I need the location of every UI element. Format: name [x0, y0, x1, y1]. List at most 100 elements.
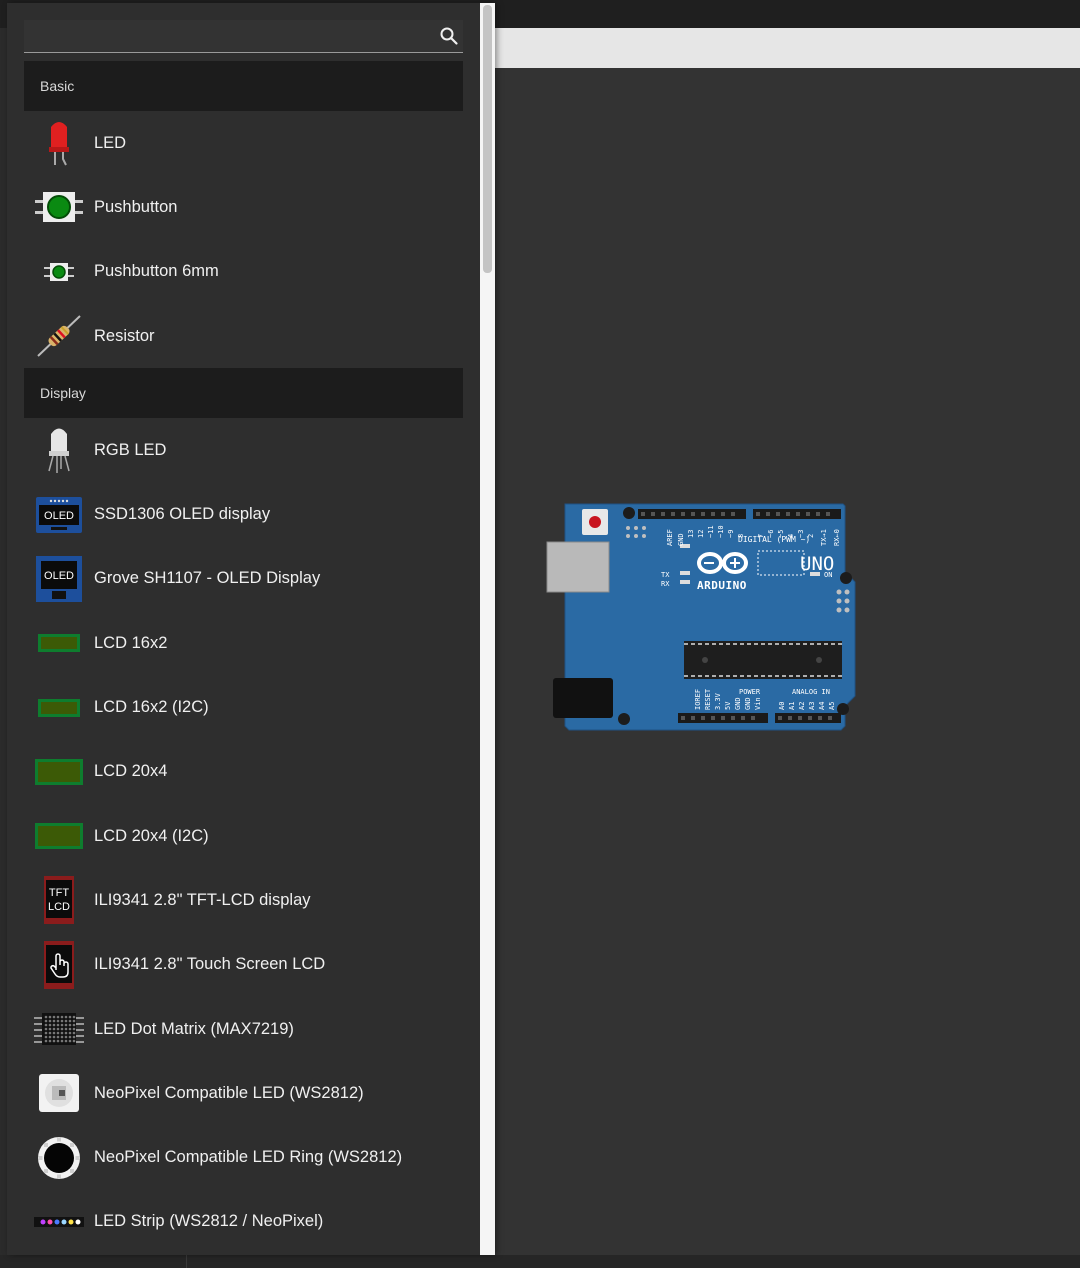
neopixel-ring-icon [24, 1126, 94, 1190]
svg-text:A1: A1 [788, 702, 796, 710]
part-label: Pushbutton 6mm [94, 262, 219, 281]
svg-text:~10: ~10 [717, 525, 725, 538]
svg-text:2: 2 [807, 534, 815, 538]
part-item-ssd1306-oled[interactable]: OLED SSD1306 OLED display [24, 482, 463, 546]
board-model-label: UNO [800, 553, 835, 575]
part-item-ili9341-tft[interactable]: TFT LCD ILI9341 2.8" TFT-LCD display [24, 868, 463, 932]
svg-text:~3: ~3 [797, 530, 805, 538]
rgb-led-icon [24, 418, 94, 482]
svg-text:TX→1: TX→1 [820, 529, 828, 546]
svg-text:A2: A2 [798, 702, 806, 710]
svg-text:5V: 5V [724, 701, 732, 710]
part-item-led-strip[interactable]: LED Strip (WS2812 / NeoPixel) [24, 1190, 463, 1254]
part-label: NeoPixel Compatible LED Ring (WS2812) [94, 1148, 403, 1167]
part-label: LED [94, 133, 127, 152]
svg-text:8: 8 [737, 534, 745, 538]
svg-text:~11: ~11 [707, 525, 715, 538]
part-item-neopixel-led[interactable]: NeoPixel Compatible LED (WS2812) [24, 1061, 463, 1125]
led-icon [24, 111, 94, 175]
category-header-basic: Basic [24, 61, 463, 111]
svg-text:12: 12 [697, 530, 705, 538]
lcd-16x2-i2c-icon [24, 676, 94, 740]
part-item-led-dot-matrix[interactable]: LED Dot Matrix (MAX7219) [24, 997, 463, 1061]
lcd-20x4-i2c-icon [24, 804, 94, 868]
svg-text:Vin: Vin [754, 697, 762, 710]
part-label: LCD 16x2 (I2C) [94, 698, 209, 717]
part-label: LED Strip (WS2812 / NeoPixel) [94, 1212, 324, 1231]
grove-oled-icon: OLED [24, 547, 94, 611]
grove-oled-icon-text: OLED [44, 570, 74, 582]
svg-text:RESET: RESET [704, 688, 712, 710]
part-label: LCD 20x4 [94, 762, 168, 781]
svg-text:7: 7 [757, 534, 765, 538]
part-item-resistor[interactable]: Resistor [24, 304, 463, 368]
svg-text:GND: GND [744, 697, 752, 710]
part-label: ILI9341 2.8" Touch Screen LCD [94, 955, 326, 974]
bottom-strip [0, 1255, 1080, 1268]
dot-matrix-icon [24, 997, 94, 1061]
part-label: ILI9341 2.8" TFT-LCD display [94, 890, 311, 909]
tft-icon-text-1: TFT [49, 887, 69, 899]
svg-text:A0: A0 [778, 702, 786, 710]
tft-lcd-icon: TFT LCD [24, 868, 94, 932]
board-brand-label: ARDUINO [697, 579, 747, 592]
arduino-board-graphic: DIGITAL (PWM ~) ON TX RX POWER ANALOG IN… [546, 503, 856, 731]
svg-text:A4: A4 [818, 702, 826, 710]
part-item-led[interactable]: LED [24, 111, 463, 175]
neopixel-icon [24, 1061, 94, 1125]
part-item-rgb-led[interactable]: RGB LED [24, 418, 463, 482]
parts-list: Basic LED Pushbutton Pushbutton 6mm Resi… [24, 61, 463, 1254]
rx-label: RX [661, 580, 670, 588]
part-label: RGB LED [94, 440, 167, 459]
part-label: Grove SH1107 - OLED Display [94, 569, 321, 588]
parts-panel: Basic LED Pushbutton Pushbutton 6mm Resi… [7, 3, 495, 1255]
part-label: SSD1306 OLED display [94, 505, 271, 524]
power-label: POWER [739, 688, 761, 696]
arduino-uno-board[interactable]: DIGITAL (PWM ~) ON TX RX POWER ANALOG IN… [545, 500, 860, 735]
category-header-display: Display [24, 368, 463, 419]
part-label: LED Dot Matrix (MAX7219) [94, 1019, 294, 1038]
search-input[interactable] [24, 20, 424, 52]
tx-label: TX [661, 571, 670, 579]
svg-text:RX←0: RX←0 [833, 529, 841, 546]
part-item-grove-oled[interactable]: OLED Grove SH1107 - OLED Display [24, 547, 463, 611]
part-item-ili9341-touch[interactable]: ILI9341 2.8" Touch Screen LCD [24, 933, 463, 997]
svg-text:A3: A3 [808, 702, 816, 710]
search-bar [24, 20, 463, 53]
svg-text:~9: ~9 [727, 530, 735, 538]
led-strip-icon [24, 1190, 94, 1254]
part-label: Resistor [94, 326, 155, 345]
part-item-pushbutton-6mm[interactable]: Pushbutton 6mm [24, 240, 463, 304]
svg-text:GND: GND [734, 697, 742, 710]
parts-panel-scrollbar[interactable] [480, 3, 495, 1255]
resistor-icon [24, 304, 94, 368]
oled-display-icon: OLED [24, 483, 94, 547]
svg-text:13: 13 [687, 530, 695, 538]
part-item-lcd-20x4[interactable]: LCD 20x4 [24, 740, 463, 804]
svg-text:3.3V: 3.3V [714, 692, 722, 710]
part-label: Pushbutton [94, 197, 178, 216]
lcd-16x2-icon [24, 611, 94, 675]
part-item-lcd-20x4-i2c[interactable]: LCD 20x4 (I2C) [24, 804, 463, 868]
pushbutton-icon [24, 175, 94, 239]
lcd-20x4-icon [24, 740, 94, 804]
svg-text:~5: ~5 [777, 530, 785, 538]
search-icon[interactable] [439, 26, 459, 46]
analog-label: ANALOG IN [792, 688, 830, 696]
svg-text:GND: GND [677, 533, 685, 546]
part-item-neopixel-ring[interactable]: NeoPixel Compatible LED Ring (WS2812) [24, 1125, 463, 1189]
touch-screen-icon [24, 933, 94, 997]
part-label: LCD 16x2 [94, 633, 168, 652]
scrollbar-thumb[interactable] [483, 5, 492, 273]
part-label: LCD 20x4 (I2C) [94, 826, 209, 845]
part-item-lcd-16x2[interactable]: LCD 16x2 [24, 611, 463, 675]
simulation-toolbar [495, 28, 1080, 68]
part-item-pushbutton[interactable]: Pushbutton [24, 175, 463, 239]
tft-icon-text-2: LCD [48, 901, 70, 913]
part-item-lcd-16x2-i2c[interactable]: LCD 16x2 (I2C) [24, 675, 463, 739]
svg-text:AREF: AREF [666, 529, 674, 546]
oled-icon-text: OLED [44, 510, 74, 522]
svg-text:IOREF: IOREF [694, 689, 702, 710]
svg-text:~6: ~6 [767, 530, 775, 538]
svg-text:4: 4 [787, 534, 795, 538]
